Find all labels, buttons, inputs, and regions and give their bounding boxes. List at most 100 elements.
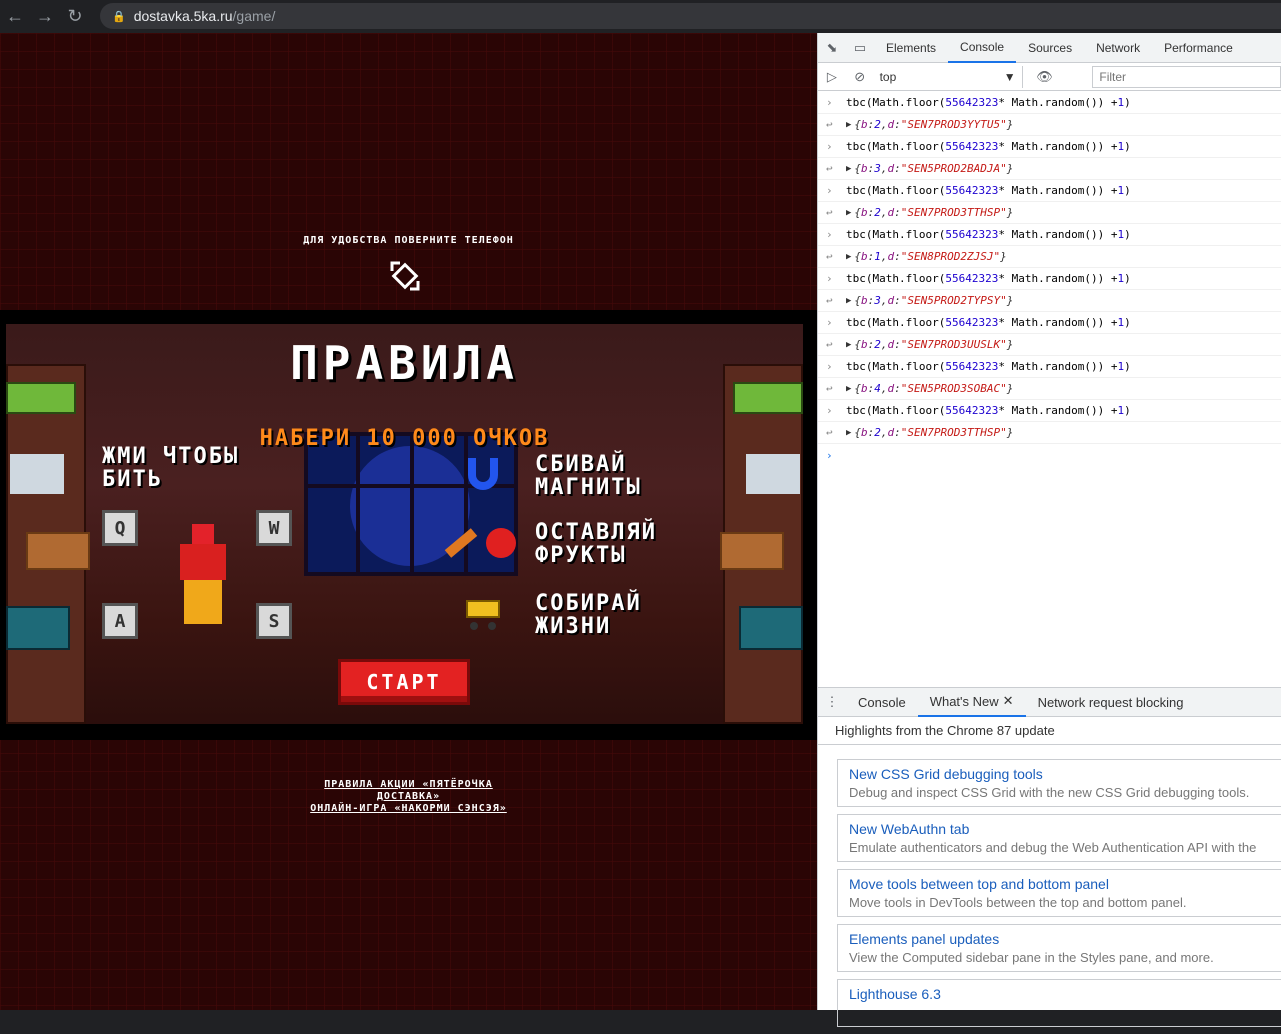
sidebar-toggle-icon[interactable]: ▷ [818,62,846,92]
drawer-tab-console[interactable]: Console [846,687,918,717]
return-arrow-icon: ↩ [826,338,833,351]
tab-sources[interactable]: Sources [1016,33,1084,63]
expand-triangle-icon[interactable]: ▶ [846,252,851,262]
rotate-hint: ДЛЯ УДОБСТВА ПОВЕРНИТЕ ТЕЛЕФОН [303,235,514,246]
expand-triangle-icon[interactable]: ▶ [846,208,851,218]
context-select[interactable]: top ▼ [874,65,1023,88]
cmd-one: 1 [1117,316,1125,329]
clear-console-icon[interactable]: ⊘ [846,62,874,92]
close-icon[interactable]: ✕ [1003,693,1014,709]
cmd-end: ) [1124,140,1131,153]
console-prompt[interactable]: › [818,444,1281,466]
cart-icon [458,596,502,630]
more-vert-icon[interactable]: ⋮ [818,687,846,717]
console-result[interactable]: ↩ ▶{b: 3, d: "SEN5PROD2TYPSY"} [818,290,1281,312]
tab-network[interactable]: Network [1084,33,1152,63]
rule-fruits-line2: ФРУКТЫ [535,543,627,568]
input-chevron-icon: › [826,140,833,153]
console-command[interactable]: › tbc(Math.floor(55642323 * Math.random()… [818,136,1281,158]
card-title[interactable]: Elements panel updates [849,931,1271,947]
cmd-one: 1 [1117,96,1125,109]
card-title[interactable]: New WebAuthn tab [849,821,1271,837]
expand-triangle-icon[interactable]: ▶ [846,340,851,350]
console-result[interactable]: ↩ ▶{b: 2, d: "SEN7PROD3UUSLK"} [818,334,1281,356]
cmd-fn: tbc(Math.floor( [846,184,946,197]
console-command[interactable]: › tbc(Math.floor(55642323 * Math.random()… [818,180,1281,202]
game-page: ДЛЯ УДОБСТВА ПОВЕРНИТЕ ТЕЛЕФОН ПРАВИЛА Н… [0,33,817,1010]
result-d: "SEN7PROD3TTHSP" [900,206,1007,219]
result-d: "SEN7PROD3UUSLK" [900,338,1007,351]
console-command[interactable]: › tbc(Math.floor(55642323 * Math.random()… [818,312,1281,334]
card-title[interactable]: Lighthouse 6.3 [849,986,1271,1002]
result-b: 3 [874,162,881,175]
card-title[interactable]: New CSS Grid debugging tools [849,766,1271,782]
cmd-mid: * Math.random()) + [998,140,1118,153]
start-button[interactable]: СТАРТ [338,659,470,705]
forward-arrow-icon[interactable]: → [30,2,60,32]
result-b: 2 [874,118,881,131]
console-result[interactable]: ↩ ▶{b: 2, d: "SEN7PROD3YYTU5"} [818,114,1281,136]
expand-triangle-icon[interactable]: ▶ [846,296,851,306]
card-title[interactable]: Move tools between top and bottom panel [849,876,1271,892]
footer-link-game[interactable]: ОНЛАЙН-ИГРА «НАКОРМИ СЭНСЭЯ» [0,803,817,815]
return-arrow-icon: ↩ [826,162,833,175]
console-result[interactable]: ↩ ▶{b: 4, d: "SEN5PROD3SOBAC"} [818,378,1281,400]
apple-icon [486,528,516,558]
tab-elements[interactable]: Elements [874,33,948,63]
console-command[interactable]: › tbc(Math.floor(55642323 * Math.random()… [818,92,1281,114]
barrels-right [739,606,803,650]
whats-new-card[interactable]: New CSS Grid debugging tools Debug and in… [837,759,1281,807]
bottles-right [746,454,800,494]
whats-new-card[interactable]: Elements panel updates View the Computed … [837,924,1281,972]
whats-new-card[interactable]: Move tools between top and bottom panel M… [837,869,1281,917]
expand-triangle-icon[interactable]: ▶ [846,120,851,130]
tab-performance[interactable]: Performance [1152,33,1245,63]
result-b: 2 [874,426,881,439]
whats-new-cards: New CSS Grid debugging tools Debug and in… [837,759,1281,1034]
drawer-tabbar: ⋮ Console What's New ✕ Network request b… [818,687,1281,717]
console-result[interactable]: ↩ ▶{b: 2, d: "SEN7PROD3TTHSP"} [818,422,1281,444]
console-result[interactable]: ↩ ▶{b: 1, d: "SEN8PROD2ZJSJ"} [818,246,1281,268]
whats-new-card[interactable]: Lighthouse 6.3 [837,979,1281,1027]
cmd-one: 1 [1117,360,1125,373]
console-command[interactable]: › tbc(Math.floor(55642323 * Math.random()… [818,224,1281,246]
expand-triangle-icon[interactable]: ▶ [846,384,851,394]
console-command[interactable]: › tbc(Math.floor(55642323 * Math.random()… [818,400,1281,422]
lock-icon: 🔒 [112,10,126,23]
tab-console[interactable]: Console [948,33,1017,63]
console-result[interactable]: ↩ ▶{b: 2, d: "SEN7PROD3TTHSP"} [818,202,1281,224]
prompt-chevron-icon: › [826,448,833,462]
cmd-mid: * Math.random()) + [998,404,1118,417]
rules-title: ПРАВИЛА [290,336,519,390]
inspect-element-icon[interactable]: ⬊ [818,33,846,63]
cmd-num: 55642323 [945,96,999,109]
expand-triangle-icon[interactable]: ▶ [846,428,851,438]
device-toolbar-icon[interactable]: ▭ [846,33,874,63]
whats-new-card[interactable]: New WebAuthn tab Emulate authenticators a… [837,814,1281,862]
console-command[interactable]: › tbc(Math.floor(55642323 * Math.random()… [818,268,1281,290]
drawer-tab-whats-new[interactable]: What's New ✕ [917,687,1026,717]
live-expression-eye-icon[interactable]: 👁 [1031,62,1059,92]
return-arrow-icon: ↩ [826,294,833,307]
expand-triangle-icon[interactable]: ▶ [846,164,851,174]
console-command[interactable]: › tbc(Math.floor(55642323 * Math.random()… [818,356,1281,378]
result-d: "SEN5PROD3SOBAC" [900,382,1007,395]
reload-icon[interactable]: ↻ [60,2,90,32]
cmd-mid: * Math.random()) + [998,184,1118,197]
shop-window [304,432,518,576]
return-arrow-icon: ↩ [826,206,833,219]
back-arrow-icon[interactable]: ← [0,2,30,32]
filter-input[interactable] [1092,65,1281,88]
cmd-mid: * Math.random()) + [998,316,1118,329]
address-bar[interactable]: 🔒 dostavka.5ka.ru/game/ [100,3,1281,29]
cmd-num: 55642323 [945,140,999,153]
drawer-tab-network-blocking[interactable]: Network request blocking [1026,687,1196,717]
cmd-mid: * Math.random()) + [998,228,1118,241]
footer-link-rules-line1[interactable]: ПРАВИЛА АКЦИИ «ПЯТЁРОЧКА [0,779,817,791]
footer-link-rules-line2[interactable]: ДОСТАВКА» [0,791,817,803]
console-result[interactable]: ↩ ▶{b: 3, d: "SEN5PROD2BADJA"} [818,158,1281,180]
cmd-end: ) [1124,228,1131,241]
cmd-one: 1 [1117,228,1125,241]
whats-new-heading: Highlights from the Chrome 87 update [818,717,1281,745]
input-chevron-icon: › [826,404,833,417]
